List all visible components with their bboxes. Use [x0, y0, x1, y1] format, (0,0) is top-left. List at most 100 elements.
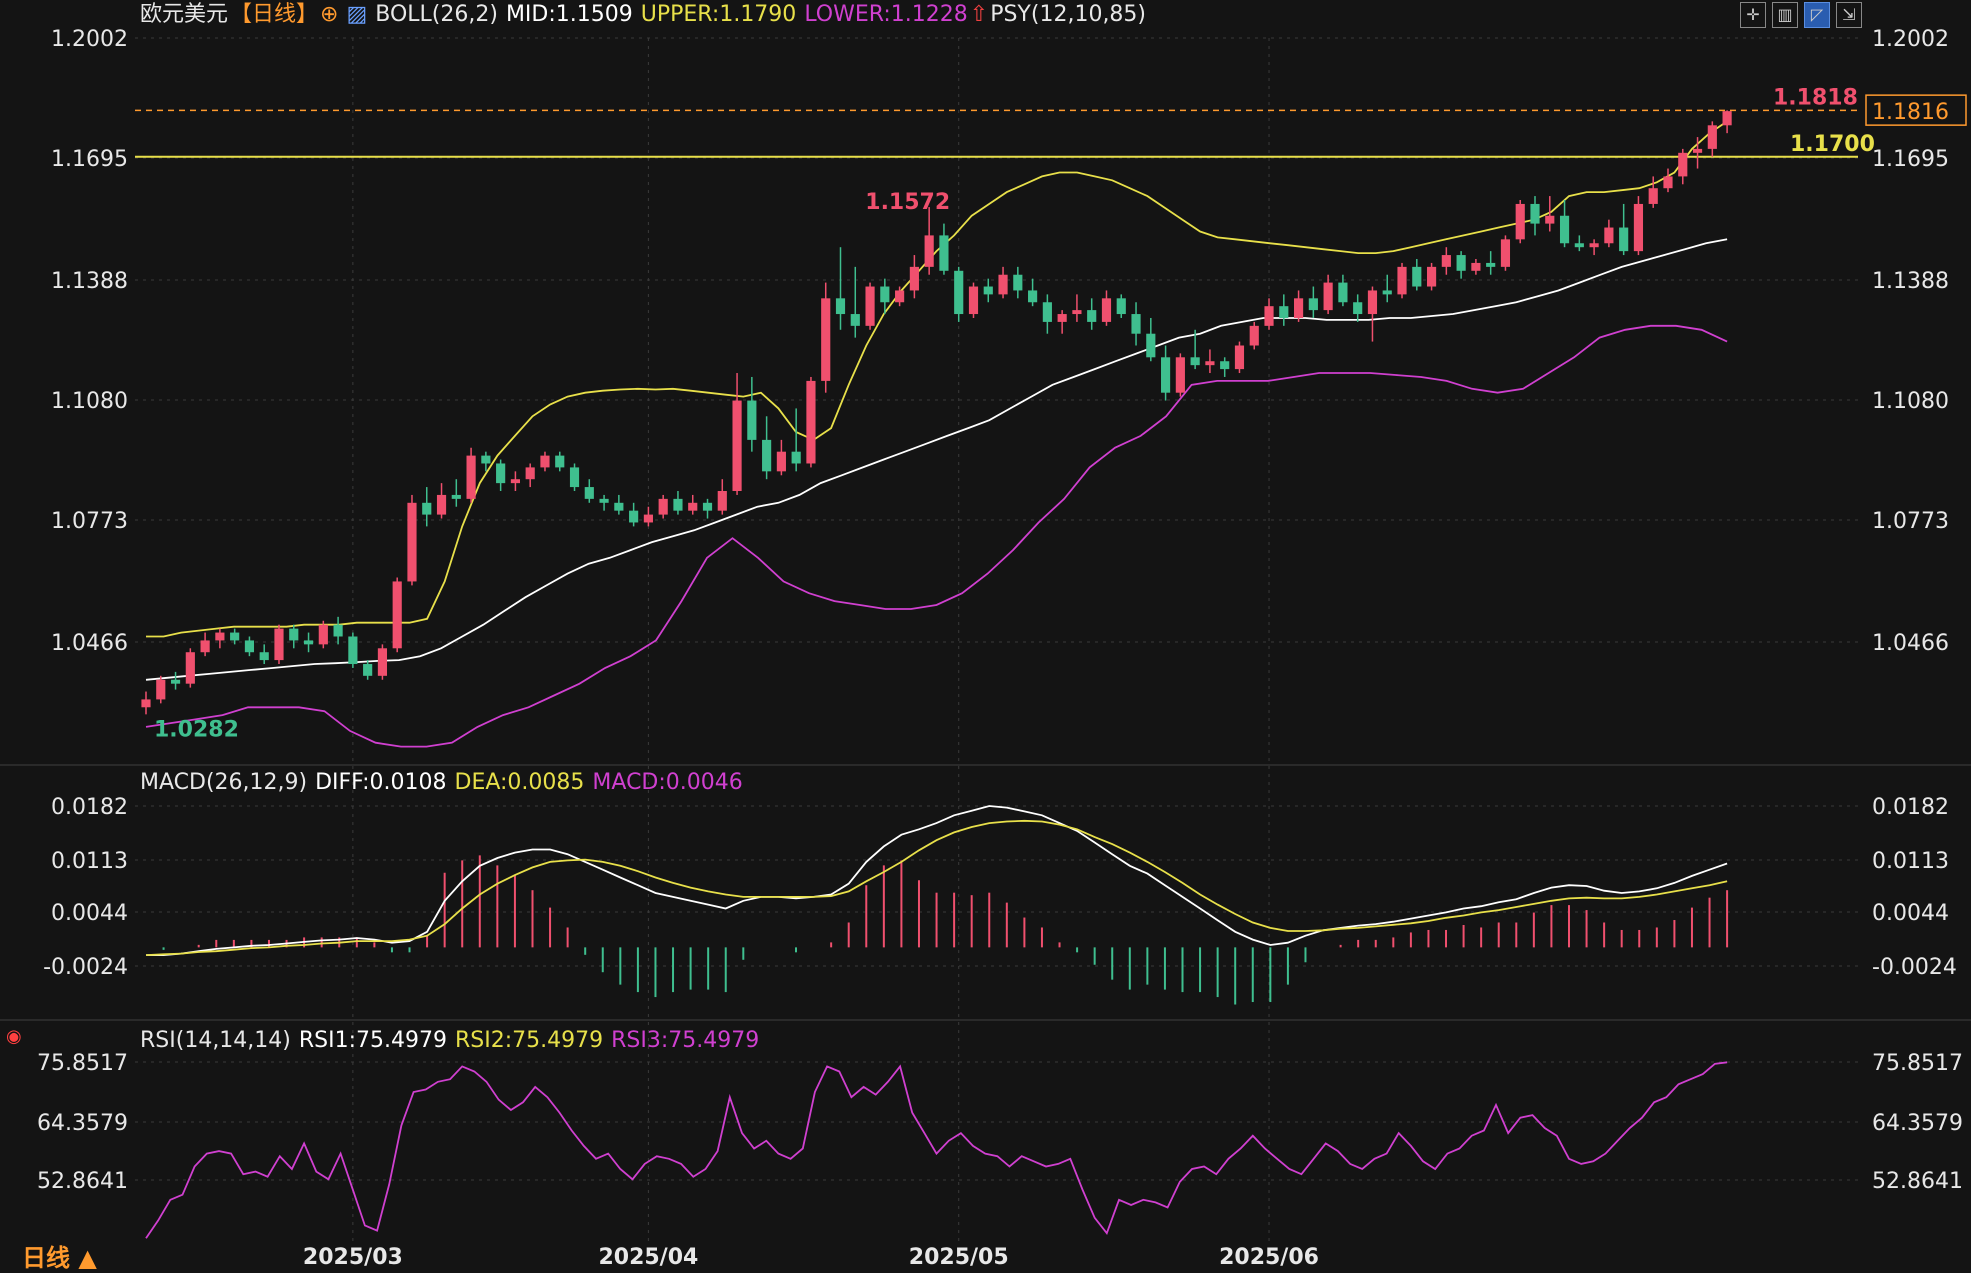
candle-body: [436, 494, 447, 515]
candle-body: [924, 235, 934, 267]
date-tick-label: 2025/06: [1219, 1245, 1319, 1270]
candle-body: [422, 502, 432, 515]
candle-body: [643, 514, 653, 523]
candle-body: [939, 235, 949, 271]
crosshair-icon[interactable]: ✛: [1740, 2, 1766, 28]
period-toggle[interactable]: 日线 ▲: [22, 1244, 97, 1272]
drawing-tool-icon[interactable]: ◸: [1804, 2, 1830, 28]
candle-body: [363, 664, 373, 676]
candle-body: [141, 699, 151, 708]
price-ytick-right: 1.2002: [1872, 27, 1949, 52]
candle-body: [1589, 243, 1599, 248]
rsi-line: [145, 1061, 1728, 1239]
candle-body: [1648, 188, 1658, 204]
period-label[interactable]: 【日线】: [230, 2, 318, 27]
candle-body: [540, 455, 550, 468]
record-icon[interactable]: ◉: [6, 1026, 22, 1047]
candle-body: [1087, 310, 1097, 322]
candle-body: [1456, 255, 1466, 271]
candle-body: [1397, 266, 1407, 295]
candle-body: [1338, 282, 1348, 303]
boll-indicator-icon[interactable]: ▨: [346, 2, 367, 27]
rsi-ytick-left: 64.3579: [37, 1111, 128, 1136]
candle-body: [1471, 262, 1481, 271]
candle-body: [1131, 314, 1141, 334]
candle-body: [555, 455, 565, 468]
price-ytick-left: 1.0466: [51, 631, 128, 656]
candle-body: [747, 400, 757, 440]
macd-label[interactable]: MACD(26,12,9): [140, 770, 307, 795]
price-ytick-left: 1.1388: [51, 269, 128, 294]
rsi-label[interactable]: RSI(14,14,14): [140, 1028, 291, 1053]
price-ytick-left: 1.2002: [51, 27, 128, 52]
candle-body: [289, 628, 299, 641]
chart-canvas: 1.2002 1.2002 1.1695 1.1695 1.1388 1.1388 1.10…: [0, 27, 1971, 1270]
last-price-label: 1.1816: [1872, 100, 1949, 125]
fullscreen-icon[interactable]: ⇲: [1836, 2, 1862, 28]
candle-body: [909, 266, 919, 291]
macd-diff-value: DIFF:0.0108: [315, 770, 447, 795]
candle-body: [333, 624, 343, 637]
symbol-name[interactable]: 欧元美元: [140, 2, 228, 27]
candle-body: [1707, 125, 1717, 149]
candle-body: [599, 498, 609, 503]
candle-body: [1234, 345, 1245, 370]
price-ytick-right: 1.0773: [1872, 509, 1949, 534]
candle-body: [1412, 266, 1422, 287]
candle-body: [1604, 227, 1614, 244]
psy-label[interactable]: PSY(12,10,85): [990, 2, 1146, 27]
macd-ytick-right: 0.0182: [1872, 795, 1949, 820]
boll-label[interactable]: BOLL(26,2): [375, 2, 498, 27]
add-indicator-icon[interactable]: ⊕: [320, 2, 338, 27]
candle-body: [1161, 357, 1171, 393]
rsi2-value: RSI2:75.4979: [455, 1028, 604, 1053]
candle-body: [1072, 310, 1082, 315]
candle-body: [1013, 274, 1023, 291]
candle-body: [1692, 148, 1703, 153]
candle-body: [230, 632, 240, 641]
candle-body: [1441, 255, 1451, 267]
candle-body: [481, 455, 491, 464]
candle-body: [318, 624, 328, 645]
candle-body: [1264, 306, 1274, 326]
rsi3-value: RSI3:75.4979: [611, 1028, 760, 1053]
candle-body: [791, 451, 801, 464]
candle-body: [215, 632, 225, 641]
chart-layout-icon[interactable]: ▥: [1772, 2, 1798, 28]
hline-annotation-label: 1.1700: [1790, 132, 1875, 157]
candle-body: [1042, 302, 1052, 322]
max-annotation-label: 1.1818: [1773, 85, 1858, 110]
candle-body: [1293, 298, 1304, 318]
candle-body: [1722, 111, 1732, 126]
candle-body: [1530, 203, 1540, 224]
candle-body: [1116, 298, 1126, 315]
price-ytick-right: 1.0466: [1872, 631, 1949, 656]
price-ytick-left: 1.1080: [51, 389, 128, 414]
candle-body: [806, 380, 816, 464]
price-panel-header: 欧元美元【日线】⊕ ▨ BOLL(26,2) MID:1.1509 UPPER:1.17…: [140, 0, 1154, 30]
macd-ytick-left: 0.0044: [51, 901, 128, 926]
macd-ytick-right: 0.0044: [1872, 901, 1949, 926]
rsi1-value: RSI1:75.4979: [298, 1028, 447, 1053]
macd-macd-value: MACD:0.0046: [592, 770, 743, 795]
candle-body: [466, 455, 476, 499]
candle-body: [156, 679, 166, 700]
candle-body: [821, 298, 831, 381]
price-ytick-right: 1.1695: [1872, 147, 1949, 172]
candle-body: [688, 502, 698, 511]
candle-body: [1545, 215, 1555, 224]
candle-body: [1619, 227, 1629, 252]
candle-body: [244, 640, 255, 653]
candle-body: [259, 652, 269, 661]
date-tick-label: 2025/05: [909, 1245, 1009, 1270]
candle-body: [1279, 306, 1289, 318]
candle-body: [1101, 298, 1112, 322]
candle-body: [1559, 215, 1570, 244]
candle-body: [1367, 290, 1378, 315]
candle-body: [1426, 266, 1437, 287]
macd-ytick-left: -0.0024: [43, 955, 128, 980]
candle-body: [525, 467, 535, 480]
candle-body: [717, 491, 727, 511]
candle-body: [702, 502, 713, 511]
candle-body: [170, 679, 181, 684]
